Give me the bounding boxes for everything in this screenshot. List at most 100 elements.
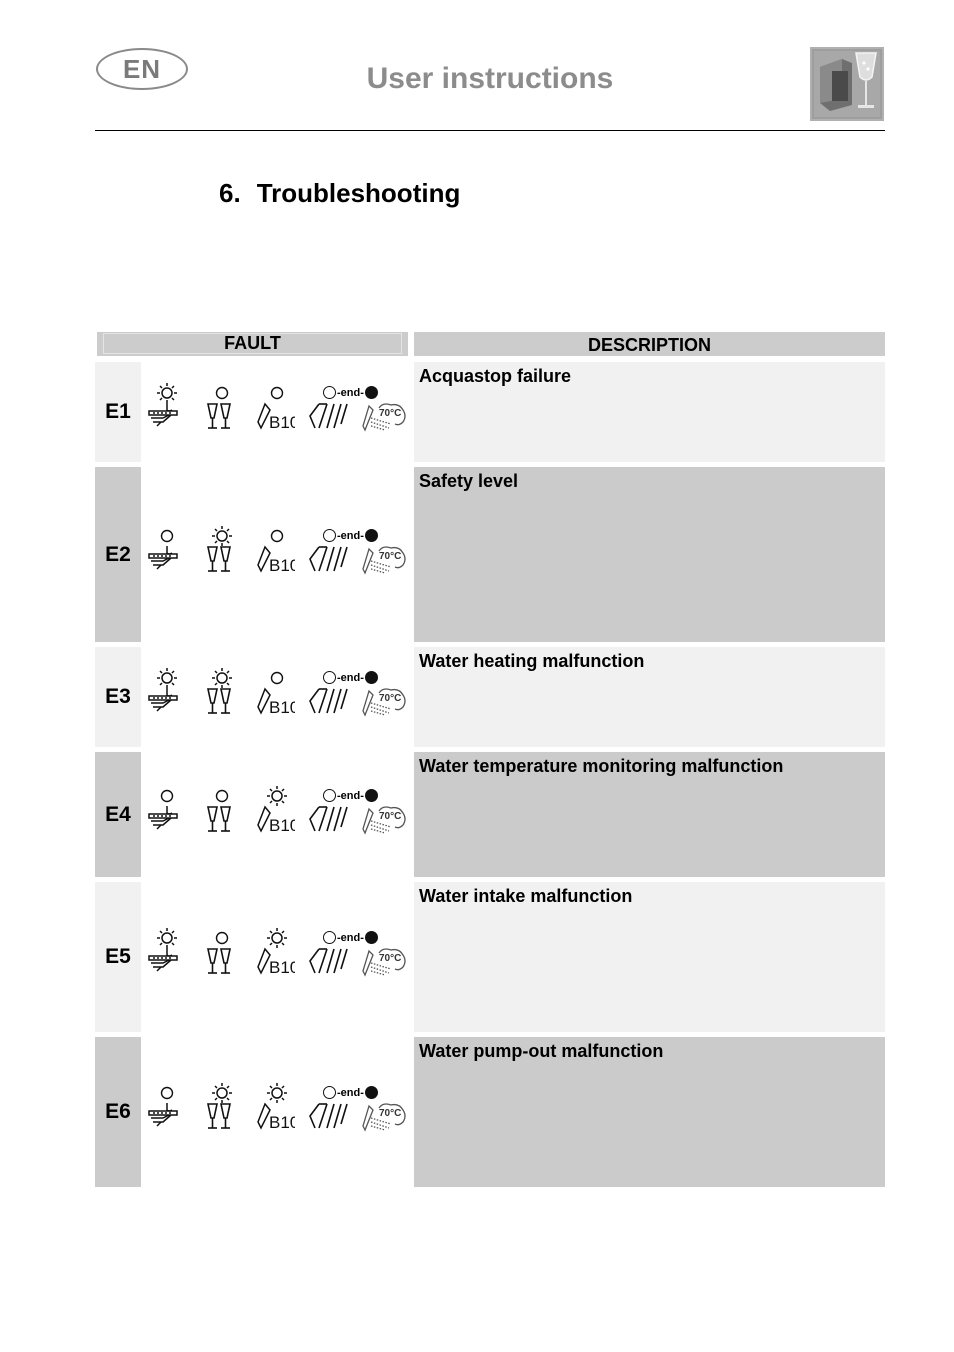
- svg-text:70°C: 70°C: [379, 408, 401, 419]
- end-label: -end-: [337, 386, 364, 399]
- glasses-icon: [205, 1102, 235, 1135]
- glasses-icon: [205, 947, 235, 980]
- prewash-icon: [147, 402, 181, 433]
- bio-icon: B10: [255, 545, 299, 578]
- hot-wash-70-icon: 70°C: [361, 545, 407, 580]
- fault-header-label: FAULT: [103, 333, 402, 354]
- fault-code-cell: E4: [95, 752, 141, 877]
- fault-description: Water heating malfunction: [414, 647, 885, 747]
- glasses-icon: [205, 687, 235, 720]
- svg-text:70°C: 70°C: [379, 693, 401, 704]
- svg-text:B10: B10: [269, 816, 295, 833]
- indicator-panel: -end- B10 70°C: [141, 525, 413, 585]
- wash-plates-icon: [307, 402, 349, 435]
- svg-text:B10: B10: [269, 958, 295, 975]
- svg-text:70°C: 70°C: [379, 551, 401, 562]
- indicator-off-icon: [323, 931, 336, 944]
- bio-icon: B10: [255, 402, 299, 435]
- end-indicator-sequence: -end-: [323, 1086, 378, 1099]
- indicator-off-icon: [323, 529, 336, 542]
- prewash-icon: [147, 947, 181, 978]
- fault-description: Water intake malfunction: [414, 882, 885, 1032]
- end-label: -end-: [337, 1086, 364, 1099]
- indicator-panel: -end- B10 70°C: [141, 1082, 413, 1142]
- hot-wash-70-icon: 70°C: [361, 805, 407, 840]
- language-badge: EN: [96, 48, 188, 90]
- indicator-panel-cell: -end- B10 70°C: [141, 1037, 413, 1187]
- prewash-icon: [147, 545, 181, 576]
- hot-wash-70-icon: 70°C: [361, 687, 407, 722]
- end-label: -end-: [337, 671, 364, 684]
- prewash-icon: [147, 1102, 181, 1133]
- glasses-icon: [205, 805, 235, 838]
- fault-code: E2: [105, 542, 131, 566]
- svg-text:B10: B10: [269, 413, 295, 430]
- svg-text:70°C: 70°C: [379, 953, 401, 964]
- indicator-panel: -end- B10 70°C: [141, 927, 413, 987]
- fault-code: E1: [105, 400, 131, 423]
- glasses-icon: [205, 545, 235, 578]
- header-divider: [95, 130, 885, 131]
- glasses-icon: [205, 402, 235, 435]
- indicator-panel-cell: -end- B10 70°C: [141, 647, 413, 747]
- wash-plates-icon: [307, 947, 349, 980]
- end-indicator-sequence: -end-: [323, 386, 378, 399]
- fault-code: E5: [105, 945, 131, 968]
- section-number: 6.: [219, 178, 241, 208]
- fault-code: E6: [105, 1100, 131, 1123]
- indicator-panel-cell: -end- B10 70°C: [141, 752, 413, 877]
- end-label: -end-: [337, 931, 364, 944]
- wash-plates-icon: [307, 545, 349, 578]
- wash-plates-icon: [307, 687, 349, 720]
- dishwasher-glass-icon: [810, 47, 884, 121]
- description-column-header: DESCRIPTION: [414, 332, 885, 356]
- fault-code: E3: [105, 685, 131, 708]
- end-label: -end-: [337, 789, 364, 802]
- fault-code-cell: E3: [95, 647, 141, 747]
- end-indicator-sequence: -end-: [323, 671, 378, 684]
- fault-description: Safety level: [414, 467, 885, 642]
- fault-description: Water temperature monitoring malfunction: [414, 752, 885, 877]
- indicator-panel-cell: -end- B10 70°C: [141, 882, 413, 1032]
- fault-description: Water pump-out malfunction: [414, 1037, 885, 1187]
- end-indicator-sequence: -end-: [323, 529, 378, 542]
- indicator-off-icon: [323, 1086, 336, 1099]
- fault-code-cell: E5: [95, 882, 141, 1032]
- fault-description: Acquastop failure: [414, 362, 885, 462]
- indicator-on-icon: [364, 789, 378, 802]
- hot-wash-70-icon: 70°C: [361, 947, 407, 982]
- end-indicator-sequence: -end-: [323, 931, 378, 944]
- indicator-off-icon: [323, 671, 336, 684]
- fault-code: E4: [105, 802, 131, 826]
- bio-icon: B10: [255, 805, 299, 838]
- indicator-on-icon: [364, 671, 378, 684]
- language-code: EN: [122, 53, 162, 84]
- section-title: 6. Troubleshooting: [219, 178, 476, 209]
- fault-code-cell: E6: [95, 1037, 141, 1187]
- indicator-on-icon: [364, 931, 378, 944]
- indicator-panel-cell: -end- B10 70°C: [141, 362, 413, 462]
- end-label: -end-: [337, 529, 364, 542]
- svg-text:70°C: 70°C: [379, 811, 401, 822]
- fault-code-cell: E1: [95, 362, 141, 462]
- hot-wash-70-icon: 70°C: [361, 1102, 407, 1137]
- svg-text:B10: B10: [269, 698, 295, 715]
- end-indicator-sequence: -end-: [323, 789, 378, 802]
- bio-icon: B10: [255, 1102, 299, 1135]
- wash-plates-icon: [307, 1102, 349, 1135]
- indicator-off-icon: [323, 789, 336, 802]
- section-heading: Troubleshooting: [256, 178, 461, 208]
- indicator-off-icon: [323, 386, 336, 399]
- indicator-panel: -end- B10 70°C: [141, 382, 413, 442]
- indicator-on-icon: [364, 529, 378, 542]
- bio-icon: B10: [255, 947, 299, 980]
- fault-code-cell: E2: [95, 467, 141, 642]
- page-header-title: User instructions: [366, 62, 614, 95]
- indicator-panel-cell: -end- B10 70°C: [141, 467, 413, 642]
- svg-text:B10: B10: [269, 1113, 295, 1130]
- indicator-panel: -end- B10 70°C: [141, 785, 413, 845]
- hot-wash-70-icon: 70°C: [361, 402, 407, 437]
- svg-text:70°C: 70°C: [379, 1108, 401, 1119]
- indicator-on-icon: [364, 386, 378, 399]
- indicator-on-icon: [364, 1086, 378, 1099]
